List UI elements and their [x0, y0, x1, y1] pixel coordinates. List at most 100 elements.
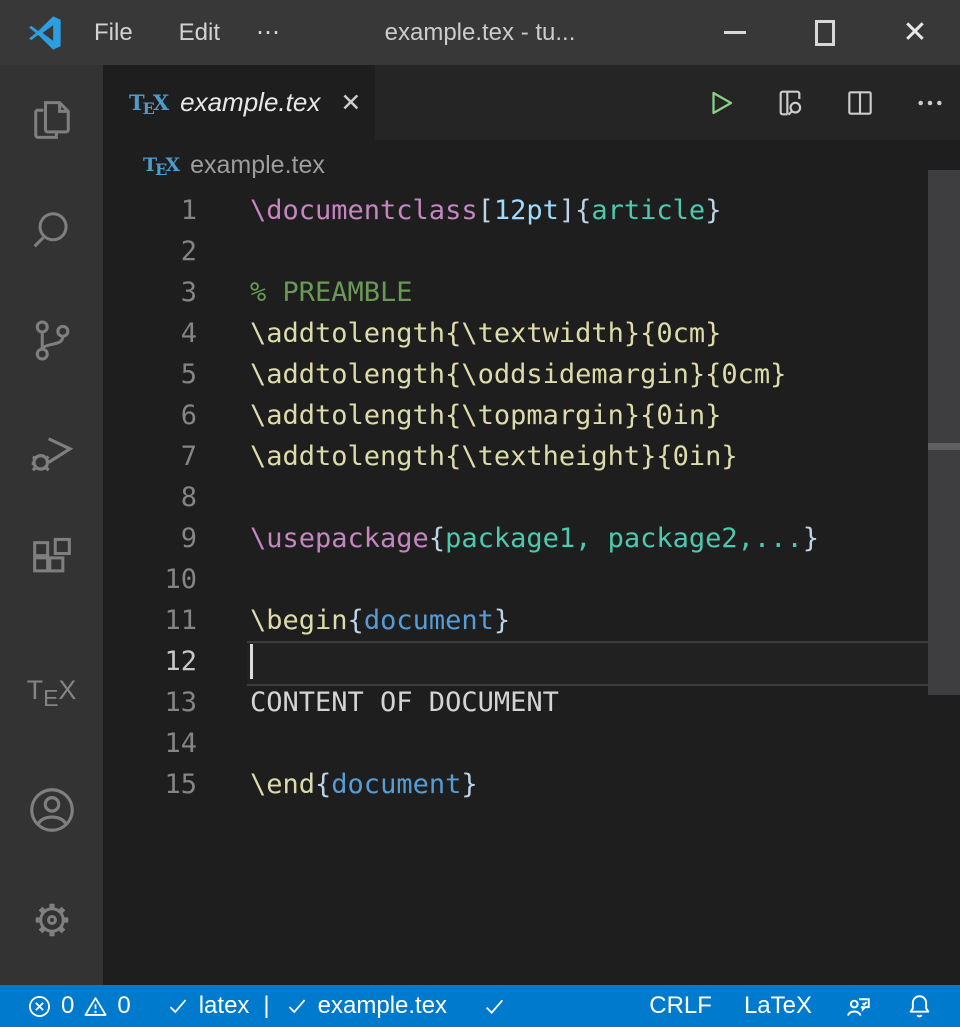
build-latex-button[interactable]	[706, 88, 736, 118]
line-content: \addtolength{\oddsidemargin}{0cm}	[250, 354, 786, 395]
code-line[interactable]: 5 \addtolength{\oddsidemargin}{0cm}	[103, 354, 960, 395]
line-number[interactable]: 2	[103, 231, 197, 272]
line-content: CONTENT OF DOCUMENT	[250, 682, 559, 723]
menu-edit[interactable]: Edit	[165, 19, 234, 47]
view-pdf-button[interactable]	[774, 87, 806, 119]
code-token: 12pt	[494, 195, 559, 226]
breadcrumb-item-file[interactable]: example.tex	[190, 151, 325, 180]
line-number[interactable]: 12	[103, 641, 197, 682]
minimize-icon	[724, 31, 746, 34]
eol-indicator[interactable]: CRLF	[649, 992, 712, 1020]
close-button[interactable]: ✕	[870, 0, 960, 65]
compile-status[interactable]	[481, 993, 508, 1020]
code-line[interactable]: 6\addtolength{\topmargin}{0in}	[103, 395, 960, 436]
code-line[interactable]: 9\usepackage{package1, package2,...}	[103, 518, 960, 559]
sidebar-item-latex-workshop[interactable]: TEX	[0, 660, 103, 720]
code-line[interactable]: 10	[103, 559, 960, 600]
text-cursor	[250, 644, 253, 679]
status-separator: |	[263, 992, 269, 1020]
line-number[interactable]: 7	[103, 436, 197, 477]
sidebar-item-search[interactable]	[0, 200, 103, 260]
tab-close-icon[interactable]: ✕	[340, 88, 361, 117]
line-number[interactable]: 10	[103, 559, 197, 600]
more-actions-button[interactable]	[914, 87, 946, 119]
code-token: }	[705, 195, 721, 226]
code-token: article	[591, 195, 705, 226]
line-content: \documentclass[12pt]{article}	[250, 190, 721, 231]
code-line[interactable]: 4 \addtolength{\textwidth}{0cm}	[103, 313, 960, 354]
line-number[interactable]: 4	[103, 313, 197, 354]
code-token: ]{	[559, 195, 592, 226]
code-token: package1, package2,...	[445, 523, 803, 554]
line-number[interactable]: 11	[103, 600, 197, 641]
code-line[interactable]: 3 % PREAMBLE	[103, 272, 960, 313]
status-bar-right: CRLF LaTeX	[649, 992, 934, 1021]
sidebar-item-extensions[interactable]	[0, 530, 103, 590]
tab-bar: TEX example.tex ✕	[103, 65, 960, 140]
code-line[interactable]: 2	[103, 231, 960, 272]
code-line[interactable]: 11\begin{document}	[103, 600, 960, 641]
line-number[interactable]: 5	[103, 354, 197, 395]
tex-file-icon: TEX	[143, 154, 178, 176]
sidebar-item-settings[interactable]	[0, 890, 103, 950]
scrollbar-slider[interactable]	[928, 170, 960, 695]
line-number[interactable]: 1	[103, 190, 197, 231]
code-editor[interactable]: 1 \documentclass[12pt]{article} 23 % PREAMB…	[103, 190, 960, 985]
run-debug-icon	[25, 423, 79, 477]
line-number[interactable]: 13	[103, 682, 197, 723]
code-token: % PREAMBLE	[250, 277, 413, 308]
sidebar-item-explorer[interactable]	[0, 90, 103, 150]
line-number[interactable]: 8	[103, 477, 197, 518]
error-icon	[26, 993, 53, 1020]
menu-file[interactable]: File	[80, 19, 147, 47]
git-branch-icon	[26, 314, 78, 366]
latex-build-status[interactable]: latex | example.tex	[165, 992, 447, 1020]
code-token: }	[461, 769, 477, 800]
code-line[interactable]: 7 \addtolength{\textheight}{0in}	[103, 436, 960, 477]
language-mode[interactable]: LaTeX	[744, 992, 812, 1020]
warning-icon	[82, 993, 109, 1020]
code-line[interactable]: 15\end{document}	[103, 764, 960, 805]
split-editor-button[interactable]	[844, 87, 876, 119]
line-number[interactable]: 15	[103, 764, 197, 805]
account-icon	[25, 783, 79, 837]
ellipsis-icon	[914, 87, 946, 119]
error-count: 0	[61, 992, 74, 1020]
extensions-icon	[26, 534, 78, 586]
sidebar-item-run-debug[interactable]	[0, 420, 103, 480]
line-number[interactable]: 3	[103, 272, 197, 313]
tab-example-tex[interactable]: TEX example.tex ✕	[103, 65, 375, 140]
gear-icon	[26, 894, 78, 946]
code-token: [	[478, 195, 494, 226]
code-token: \end	[250, 769, 315, 800]
maximize-button[interactable]	[780, 0, 870, 65]
editor-actions	[706, 65, 946, 140]
build-label: latex	[199, 992, 250, 1020]
sidebar-item-accounts[interactable]	[0, 780, 103, 840]
feedback-button[interactable]	[844, 992, 873, 1021]
vscode-window: File Edit ⋯ example.tex - tu... ✕	[0, 0, 960, 1027]
check-icon	[165, 993, 191, 1019]
code-line[interactable]: 1 \documentclass[12pt]{article}	[103, 190, 960, 231]
sidebar-item-source-control[interactable]	[0, 310, 103, 370]
files-icon	[26, 94, 78, 146]
minimize-button[interactable]	[690, 0, 780, 65]
pdf-preview-icon	[774, 87, 806, 119]
feedback-icon	[844, 992, 873, 1021]
code-line[interactable]: 14	[103, 723, 960, 764]
line-number[interactable]: 9	[103, 518, 197, 559]
problems-status[interactable]: 0 0	[26, 992, 131, 1020]
code-line[interactable]: 12	[103, 641, 960, 682]
notifications-button[interactable]	[905, 992, 934, 1021]
tab-label: example.tex	[180, 87, 320, 118]
tex-workshop-icon: TEX	[27, 675, 77, 706]
line-content: \addtolength{\textwidth}{0cm}	[250, 313, 721, 354]
code-token: \addtolength{\textheight}{0in}	[250, 441, 738, 472]
menu-overflow[interactable]: ⋯	[242, 18, 296, 47]
line-number[interactable]: 6	[103, 395, 197, 436]
code-line[interactable]: 13 CONTENT OF DOCUMENT	[103, 682, 960, 723]
warning-count: 0	[117, 992, 130, 1020]
breadcrumb[interactable]: TEX example.tex	[103, 140, 960, 190]
code-line[interactable]: 8	[103, 477, 960, 518]
line-number[interactable]: 14	[103, 723, 197, 764]
